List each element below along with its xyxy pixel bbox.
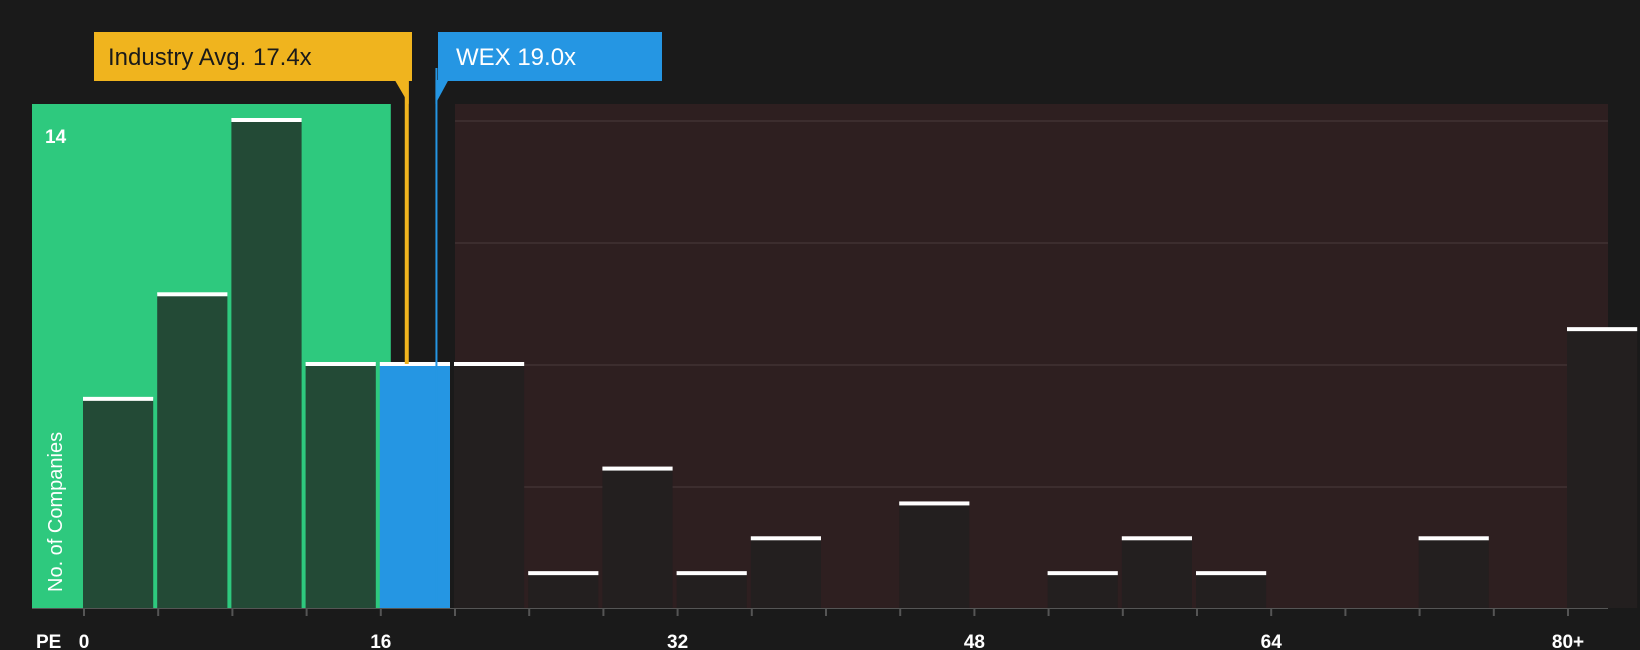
histogram-bar bbox=[454, 364, 525, 608]
histogram-bar-top bbox=[602, 466, 673, 471]
pe-distribution-chart: 0 16 32 48 64 80+ 14 No. of Companies PE Indu… bbox=[32, 32, 1638, 650]
histogram-bar bbox=[305, 364, 376, 608]
histogram-bar bbox=[602, 468, 673, 608]
x-tick-label: 0 bbox=[79, 632, 90, 650]
histogram-bar bbox=[1121, 538, 1192, 608]
x-axis-layer: 0 16 32 48 64 80+ bbox=[32, 608, 1608, 650]
histogram-bar bbox=[379, 364, 450, 608]
x-tick-label: 16 bbox=[370, 632, 391, 650]
histogram-bar-top bbox=[750, 536, 821, 541]
histogram-bar-top bbox=[899, 501, 970, 506]
x-tick-label: 48 bbox=[964, 632, 985, 650]
histogram-bar-top bbox=[231, 118, 302, 122]
histogram-bar-top bbox=[1121, 536, 1192, 541]
x-tick-label: 80+ bbox=[1552, 632, 1584, 650]
x-axis-label: PE bbox=[36, 632, 61, 650]
industry-average-label: Industry Avg. 17.4x bbox=[108, 44, 312, 71]
subject-label: WEX 19.0x bbox=[456, 44, 576, 71]
histogram-bar-top bbox=[83, 396, 154, 401]
histogram-bar bbox=[750, 538, 821, 608]
histogram-bar bbox=[1567, 329, 1638, 608]
histogram-bar bbox=[899, 503, 970, 608]
y-max-label: 14 bbox=[45, 127, 67, 148]
histogram-bar-top bbox=[528, 571, 599, 576]
industry-average-callout: Industry Avg. 17.4x bbox=[94, 32, 412, 104]
subject-callout: WEX 19.0x bbox=[435, 32, 662, 104]
histogram-bar-top bbox=[1567, 327, 1638, 332]
histogram-bar-top bbox=[157, 292, 228, 297]
x-tick-label: 64 bbox=[1261, 632, 1283, 650]
histogram-bar bbox=[83, 398, 154, 608]
histogram-bar-top bbox=[1047, 571, 1118, 576]
y-axis-label: No. of Companies bbox=[45, 432, 67, 592]
histogram-bar-top bbox=[305, 362, 376, 366]
histogram-bar bbox=[1047, 573, 1118, 608]
histogram-bar bbox=[157, 294, 228, 608]
histogram-bar-top bbox=[676, 571, 747, 576]
histogram-bar bbox=[231, 120, 302, 608]
histogram-bar bbox=[1418, 538, 1489, 608]
x-tick-label: 32 bbox=[667, 632, 688, 650]
histogram-bar-top bbox=[379, 362, 450, 366]
histogram-bar bbox=[1196, 573, 1267, 608]
histogram-bar bbox=[528, 573, 599, 608]
histogram-bar-top bbox=[454, 362, 525, 366]
histogram-bar-top bbox=[1418, 536, 1489, 541]
histogram-bar-top bbox=[1196, 571, 1267, 576]
histogram-bar bbox=[676, 573, 747, 608]
